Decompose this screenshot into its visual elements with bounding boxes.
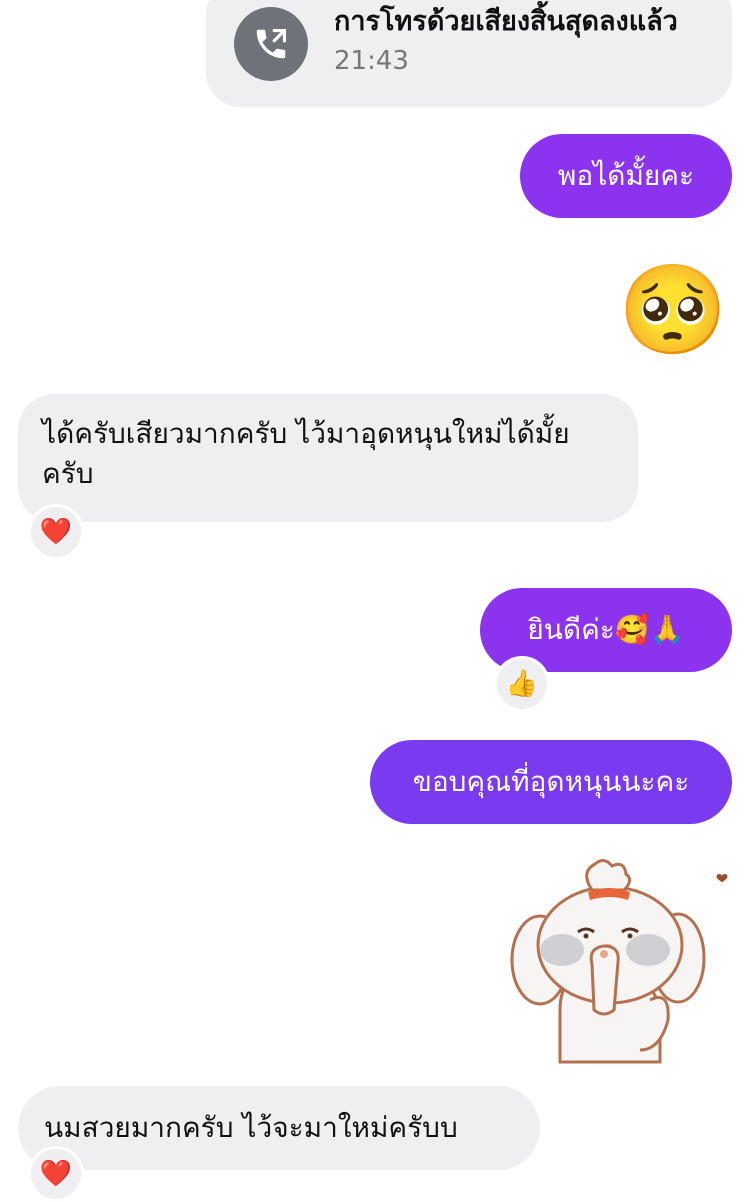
reaction-emoji: 👍	[505, 669, 539, 699]
incoming-message[interactable]: นมสวยมากครับ ไว้จะมาใหม่ครับบ	[18, 1086, 540, 1170]
thumbs-up-reaction-icon[interactable]: 👍	[494, 656, 550, 712]
pleading-face-emoji[interactable]: 🥺	[618, 258, 728, 362]
heart-reaction-icon[interactable]: ❤️	[28, 504, 84, 560]
shy-dog-sticker[interactable]	[500, 850, 740, 1065]
call-ended-title: การโทรด้วยเสียงสิ้นสุดลงแล้ว	[334, 6, 678, 37]
reaction-emoji: ❤️	[39, 517, 73, 547]
message-text: ได้ครับเสียวมากครับ ไว้มาอุดหนุนใหม่ได้ม…	[42, 417, 570, 490]
call-ended-time: 21:43	[334, 46, 409, 76]
message-text: ยินดีค่ะ🥰🙏	[527, 613, 685, 646]
outgoing-message[interactable]: ขอบคุณที่อุดหนุนนะคะ	[370, 740, 732, 824]
heart-reaction-icon[interactable]: ❤️	[28, 1146, 84, 1202]
message-text: พอได้มั้ยคะ	[557, 159, 695, 192]
message-text: ขอบคุณที่อุดหนุนนะคะ	[412, 765, 690, 798]
reaction-emoji: ❤️	[39, 1159, 73, 1189]
outgoing-message[interactable]: พอได้มั้ยคะ	[520, 134, 732, 218]
incoming-message[interactable]: ได้ครับเสียวมากครับ ไว้มาอุดหนุนใหม่ได้ม…	[18, 394, 638, 522]
phone-call-icon	[234, 7, 308, 81]
message-text: นมสวยมากครับ ไว้จะมาใหม่ครับบ	[44, 1111, 458, 1144]
